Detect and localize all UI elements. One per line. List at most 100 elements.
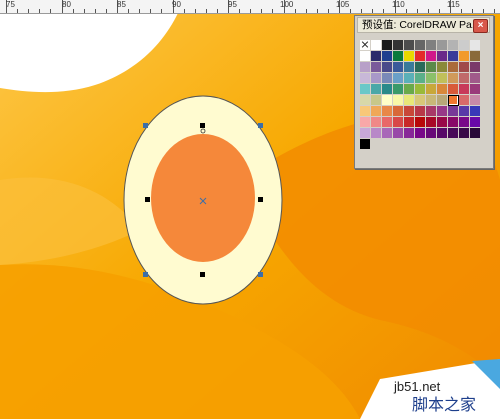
color-swatch[interactable]	[404, 62, 415, 73]
selection-handle-bottom-right[interactable]	[258, 272, 263, 277]
color-swatch[interactable]	[459, 40, 470, 51]
color-swatch[interactable]	[437, 117, 448, 128]
color-swatch[interactable]	[437, 139, 448, 150]
color-swatch[interactable]	[404, 95, 415, 106]
color-swatch[interactable]	[448, 128, 459, 139]
color-swatch[interactable]	[382, 117, 393, 128]
color-swatch[interactable]	[393, 40, 404, 51]
color-swatch[interactable]	[437, 128, 448, 139]
color-swatch[interactable]	[459, 62, 470, 73]
color-swatch[interactable]	[459, 51, 470, 62]
color-swatch-grid[interactable]	[360, 40, 490, 150]
color-swatch[interactable]	[393, 95, 404, 106]
color-swatch[interactable]	[470, 62, 481, 73]
color-swatch[interactable]	[415, 139, 426, 150]
color-swatch[interactable]	[415, 62, 426, 73]
color-swatch[interactable]	[404, 40, 415, 51]
close-icon[interactable]: ×	[473, 19, 488, 33]
color-swatch[interactable]	[415, 73, 426, 84]
color-swatch[interactable]	[371, 62, 382, 73]
color-swatch[interactable]	[382, 51, 393, 62]
color-swatch[interactable]	[448, 40, 459, 51]
color-swatch[interactable]	[437, 106, 448, 117]
color-swatch[interactable]	[360, 106, 371, 117]
color-swatch[interactable]	[448, 51, 459, 62]
color-swatch[interactable]	[415, 106, 426, 117]
color-swatch[interactable]	[382, 106, 393, 117]
selection-handle-top[interactable]	[200, 123, 205, 128]
color-swatch[interactable]	[448, 139, 459, 150]
color-swatch[interactable]	[415, 84, 426, 95]
selection-handle-right[interactable]	[258, 197, 263, 202]
color-swatch[interactable]	[470, 128, 481, 139]
color-swatch[interactable]	[426, 62, 437, 73]
color-swatch[interactable]	[404, 128, 415, 139]
color-swatch[interactable]	[360, 62, 371, 73]
color-swatch[interactable]	[426, 95, 437, 106]
color-swatch[interactable]	[470, 84, 481, 95]
color-swatch[interactable]	[437, 40, 448, 51]
color-swatch[interactable]	[448, 62, 459, 73]
color-swatch[interactable]	[415, 128, 426, 139]
color-swatch[interactable]	[437, 73, 448, 84]
color-swatch[interactable]	[393, 106, 404, 117]
horizontal-ruler[interactable]: 75 80 85 90 95 100 105 110 115	[0, 0, 500, 14]
color-swatch[interactable]	[393, 84, 404, 95]
color-swatch[interactable]	[437, 62, 448, 73]
selection-handle-top-right[interactable]	[258, 123, 263, 128]
color-swatch[interactable]	[459, 117, 470, 128]
color-swatch[interactable]	[470, 40, 481, 51]
color-swatch[interactable]	[382, 139, 393, 150]
color-swatch[interactable]	[459, 106, 470, 117]
color-swatch[interactable]	[360, 139, 371, 150]
color-swatch[interactable]	[448, 117, 459, 128]
color-swatch[interactable]	[448, 106, 459, 117]
color-swatch[interactable]	[426, 139, 437, 150]
color-swatch[interactable]	[382, 62, 393, 73]
color-swatch[interactable]	[360, 128, 371, 139]
color-swatch[interactable]	[360, 117, 371, 128]
color-swatch[interactable]	[415, 40, 426, 51]
color-swatch[interactable]	[415, 51, 426, 62]
color-swatch[interactable]	[371, 128, 382, 139]
color-swatch[interactable]	[404, 117, 415, 128]
color-swatch[interactable]	[470, 51, 481, 62]
color-swatch[interactable]	[382, 73, 393, 84]
color-swatch[interactable]	[470, 73, 481, 84]
color-swatch[interactable]	[371, 73, 382, 84]
color-swatch[interactable]	[426, 117, 437, 128]
color-swatch[interactable]	[393, 62, 404, 73]
color-swatch[interactable]	[426, 128, 437, 139]
color-swatch[interactable]	[404, 139, 415, 150]
color-swatch[interactable]	[404, 73, 415, 84]
selection-handle-bottom[interactable]	[200, 272, 205, 277]
color-swatch[interactable]	[404, 84, 415, 95]
color-swatch[interactable]	[459, 73, 470, 84]
color-swatch[interactable]	[393, 139, 404, 150]
color-swatch[interactable]	[382, 40, 393, 51]
no-color-swatch[interactable]	[360, 40, 371, 51]
color-swatch[interactable]	[437, 84, 448, 95]
color-swatch[interactable]	[426, 106, 437, 117]
palette-title-bar[interactable]: 预设值: CorelDRAW Pa... ×	[357, 17, 490, 33]
color-swatch[interactable]	[459, 84, 470, 95]
color-swatch[interactable]	[415, 117, 426, 128]
color-swatch[interactable]	[437, 95, 448, 106]
color-palette-window[interactable]: 预设值: CorelDRAW Pa... ×	[354, 15, 494, 169]
color-swatch[interactable]	[360, 73, 371, 84]
color-swatch[interactable]	[393, 117, 404, 128]
color-swatch[interactable]	[459, 139, 470, 150]
selection-handle-top-left[interactable]	[143, 123, 148, 128]
color-swatch[interactable]	[448, 84, 459, 95]
color-swatch[interactable]	[382, 84, 393, 95]
color-swatch[interactable]	[393, 73, 404, 84]
color-swatch[interactable]	[448, 95, 459, 106]
color-swatch[interactable]	[360, 84, 371, 95]
color-swatch[interactable]	[393, 128, 404, 139]
color-swatch[interactable]	[426, 84, 437, 95]
color-swatch[interactable]	[371, 84, 382, 95]
color-swatch[interactable]	[437, 51, 448, 62]
color-swatch[interactable]	[426, 51, 437, 62]
color-swatch[interactable]	[470, 106, 481, 117]
color-swatch[interactable]	[459, 95, 470, 106]
